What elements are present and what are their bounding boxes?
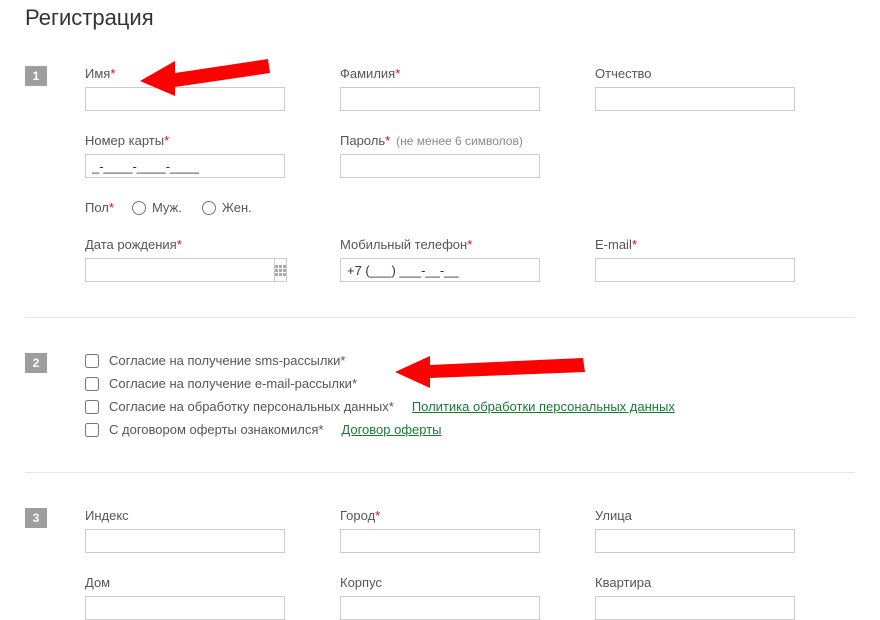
label-last-name: Фамилия*: [340, 66, 540, 81]
field-street: Улица: [595, 508, 795, 553]
label-city: Город*: [340, 508, 540, 523]
label-index: Индекс: [85, 508, 285, 523]
label-personal: Согласие на обработку персональных данны…: [109, 399, 394, 414]
label-password: Пароль*(не менее 6 символов): [340, 133, 540, 148]
label-email-news: Согласие на получение e-mail-рассылки*: [109, 376, 357, 391]
input-last-name[interactable]: [340, 87, 540, 111]
field-first-name: Имя*: [85, 66, 285, 111]
checkbox-email-news[interactable]: [85, 377, 99, 391]
gender-row: Пол* Муж. Жен.: [85, 200, 855, 215]
input-apartment[interactable]: [595, 596, 795, 620]
input-birth-date[interactable]: [85, 258, 275, 282]
checkbox-sms[interactable]: [85, 354, 99, 368]
input-building[interactable]: [340, 596, 540, 620]
step-badge-3: 3: [25, 508, 47, 528]
label-gender: Пол*: [85, 200, 114, 215]
input-email[interactable]: [595, 258, 795, 282]
field-middle-name: Отчество: [595, 66, 795, 111]
label-male: Муж.: [152, 201, 182, 214]
step-badge-1: 1: [25, 66, 47, 86]
input-mobile[interactable]: [340, 258, 540, 282]
field-house: Дом: [85, 575, 285, 620]
link-privacy-policy[interactable]: Политика обработки персональных данных: [412, 399, 675, 414]
divider-2: [25, 472, 855, 473]
label-mobile: Мобильный телефон*: [340, 237, 540, 252]
label-street: Улица: [595, 508, 795, 523]
input-index[interactable]: [85, 529, 285, 553]
input-city[interactable]: [340, 529, 540, 553]
label-sms: Согласие на получение sms-рассылки*: [109, 353, 345, 368]
link-offer[interactable]: Договор оферты: [341, 422, 441, 437]
input-house[interactable]: [85, 596, 285, 620]
calendar-icon: [275, 265, 286, 276]
page-title: Регистрация: [25, 0, 855, 31]
input-password[interactable]: [340, 154, 540, 178]
label-apartment: Квартира: [595, 575, 795, 590]
field-card-number: Номер карты*: [85, 133, 285, 178]
input-first-name[interactable]: [85, 87, 285, 111]
label-female: Жен.: [222, 201, 252, 214]
label-birth-date: Дата рождения*: [85, 237, 285, 252]
section-consents: 2 Согласие на получение sms-рассылки* Со…: [25, 353, 855, 472]
input-card-number[interactable]: [85, 154, 285, 178]
label-first-name: Имя*: [85, 66, 285, 81]
step-badge-2: 2: [25, 353, 47, 373]
field-apartment: Квартира: [595, 575, 795, 620]
label-card-number: Номер карты*: [85, 133, 285, 148]
label-email: E-mail*: [595, 237, 795, 252]
field-email: E-mail*: [595, 237, 795, 282]
checkbox-personal[interactable]: [85, 400, 99, 414]
label-house: Дом: [85, 575, 285, 590]
field-last-name: Фамилия*: [340, 66, 540, 111]
checkbox-offer[interactable]: [85, 423, 99, 437]
divider-1: [25, 317, 855, 318]
section-personal: 1 Имя* Фамилия* Отчество Номер карты*: [25, 66, 855, 317]
section-address: 3 Индекс Город* Улица Дом Корпус: [25, 508, 855, 620]
field-index: Индекс: [85, 508, 285, 553]
input-middle-name[interactable]: [595, 87, 795, 111]
label-middle-name: Отчество: [595, 66, 795, 81]
field-building: Корпус: [340, 575, 540, 620]
field-password: Пароль*(не менее 6 символов): [340, 133, 540, 178]
radio-male[interactable]: [132, 201, 146, 215]
input-street[interactable]: [595, 529, 795, 553]
field-birth-date: Дата рождения*: [85, 237, 285, 282]
radio-female[interactable]: [202, 201, 216, 215]
field-mobile: Мобильный телефон*: [340, 237, 540, 282]
calendar-button[interactable]: [275, 258, 287, 282]
label-building: Корпус: [340, 575, 540, 590]
field-city: Город*: [340, 508, 540, 553]
label-offer: С договором оферты ознакомился*: [109, 422, 323, 437]
